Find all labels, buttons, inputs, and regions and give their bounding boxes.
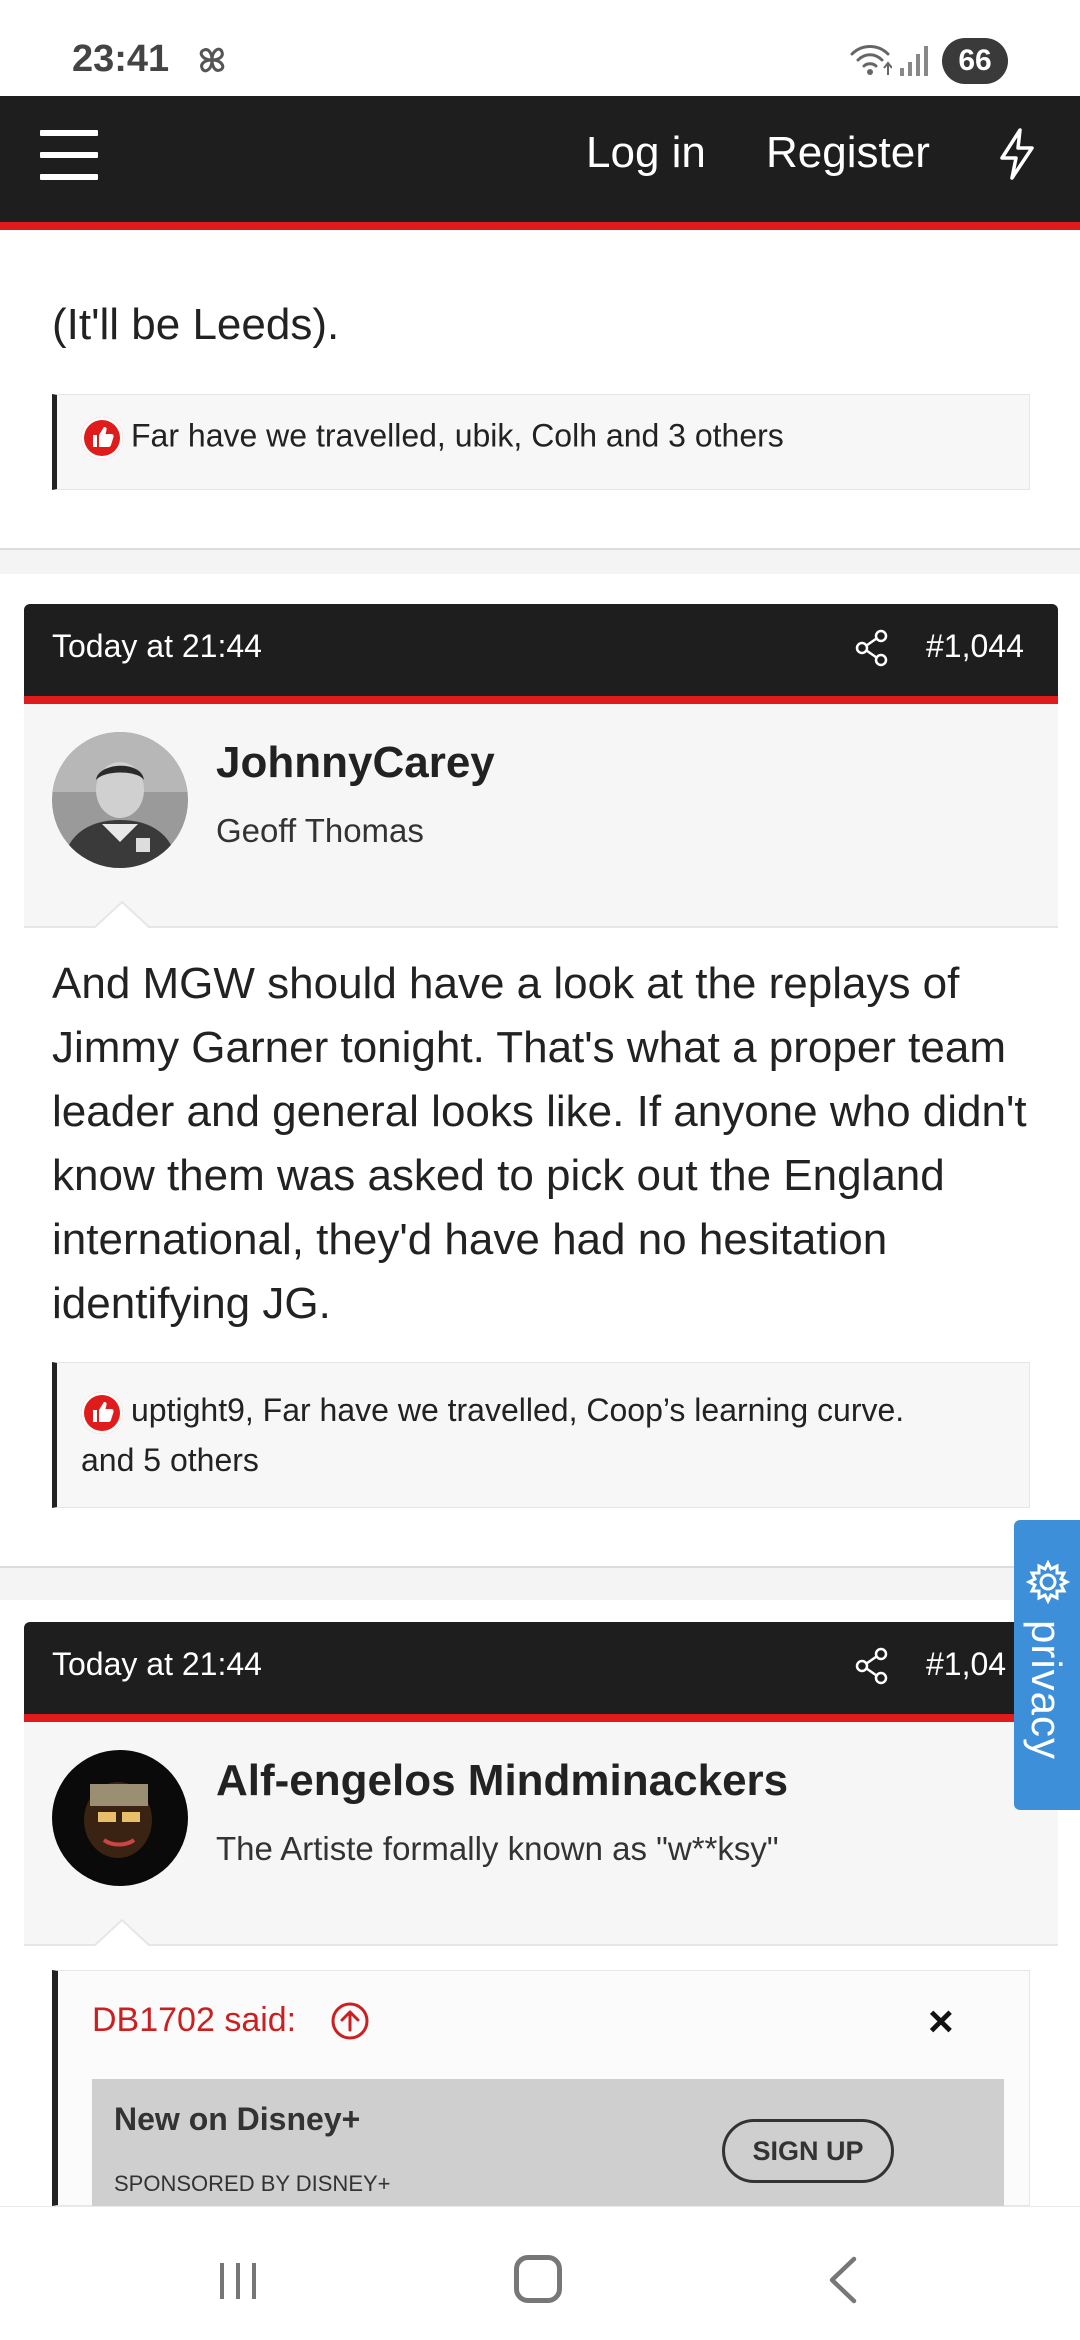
arrow-up-circle-icon[interactable] bbox=[330, 2001, 370, 2041]
post-date[interactable]: Today at 21:44 bbox=[52, 1646, 262, 1683]
back-icon[interactable] bbox=[824, 2255, 860, 2305]
reactions-bar[interactable]: Far have we travelled, ubik, Colh and 3 … bbox=[52, 394, 1030, 490]
username[interactable]: Alf-engelos Mindminackers bbox=[216, 1756, 788, 1806]
post-header-accent bbox=[24, 1714, 1058, 1722]
avatar[interactable] bbox=[52, 732, 188, 868]
ad-title: New on Disney+ bbox=[114, 2101, 361, 2137]
user-title: Geoff Thomas bbox=[216, 812, 424, 849]
username[interactable]: JohnnyCarey bbox=[216, 738, 495, 788]
system-navigation-bar bbox=[0, 2206, 1080, 2340]
recent-apps-icon[interactable] bbox=[214, 2259, 262, 2303]
privacy-button[interactable]: privacy bbox=[1014, 1520, 1080, 1810]
quote-author[interactable]: DB1702 said: bbox=[92, 2001, 296, 2040]
signal-icon bbox=[900, 46, 928, 76]
post-gap bbox=[0, 1568, 1080, 1600]
home-icon[interactable] bbox=[514, 2255, 562, 2303]
reactions-bar[interactable]: uptight9, Far have we travelled, Coop’s … bbox=[52, 1362, 1030, 1508]
post-number[interactable]: #1,044 bbox=[926, 628, 1024, 665]
register-link[interactable]: Register bbox=[766, 128, 930, 178]
post-pointer bbox=[94, 1918, 150, 1946]
privacy-label[interactable]: privacy bbox=[1022, 1620, 1070, 1760]
gear-icon bbox=[1026, 1560, 1070, 1604]
login-link[interactable]: Log in bbox=[586, 128, 706, 178]
reactions-text-line2[interactable]: and 5 others bbox=[81, 1442, 259, 1478]
ad-banner[interactable]: New on Disney+ SPONSORED BY DISNEY+ SIGN… bbox=[92, 2079, 1004, 2207]
quote-block: DB1702 said: × New on Disney+ SPONSORED … bbox=[52, 1970, 1030, 2207]
post-header-accent bbox=[24, 696, 1058, 704]
wifi-icon bbox=[850, 45, 892, 75]
bolt-icon[interactable] bbox=[996, 128, 1038, 180]
battery-icon: 66 bbox=[942, 38, 1008, 84]
post-header: Today at 21:44 #1,044 bbox=[24, 604, 1058, 696]
post-number[interactable]: #1,04 bbox=[926, 1646, 1006, 1683]
avatar[interactable] bbox=[52, 1750, 188, 1886]
status-time: 23:41 bbox=[72, 38, 170, 80]
reactions-text-line1[interactable]: uptight9, Far have we travelled, Coop’s … bbox=[131, 1392, 904, 1428]
like-icon bbox=[81, 417, 123, 459]
user-title: The Artiste formally known as "w**ksy" bbox=[216, 1830, 779, 1867]
nav-accent-line bbox=[0, 222, 1080, 230]
ad-sponsor: SPONSORED BY DISNEY+ bbox=[114, 2171, 391, 2196]
like-icon bbox=[81, 1391, 123, 1434]
menu-icon[interactable] bbox=[40, 130, 100, 180]
post-pointer bbox=[94, 900, 150, 928]
post-header: Today at 21:44 #1,04 bbox=[24, 1622, 1058, 1714]
pinwheel-icon bbox=[199, 47, 225, 73]
reactions-text[interactable]: Far have we travelled, ubik, Colh and 3 … bbox=[131, 417, 784, 453]
user-block: Alf-engelos Mindminackers The Artiste fo… bbox=[24, 1722, 1058, 1946]
status-bar: 23:41 66 bbox=[0, 0, 1080, 96]
share-icon[interactable] bbox=[854, 628, 890, 668]
share-icon[interactable] bbox=[854, 1646, 890, 1686]
close-icon[interactable]: × bbox=[928, 1997, 954, 2047]
user-block: JohnnyCarey Geoff Thomas bbox=[24, 704, 1058, 928]
post-date[interactable]: Today at 21:44 bbox=[52, 628, 262, 665]
post-gap bbox=[0, 550, 1080, 574]
ad-signup-button[interactable]: SIGN UP bbox=[722, 2119, 894, 2183]
post-body: And MGW should have a look at the replay… bbox=[52, 959, 1027, 1328]
previous-post-text: (It'll be Leeds). bbox=[52, 300, 340, 349]
